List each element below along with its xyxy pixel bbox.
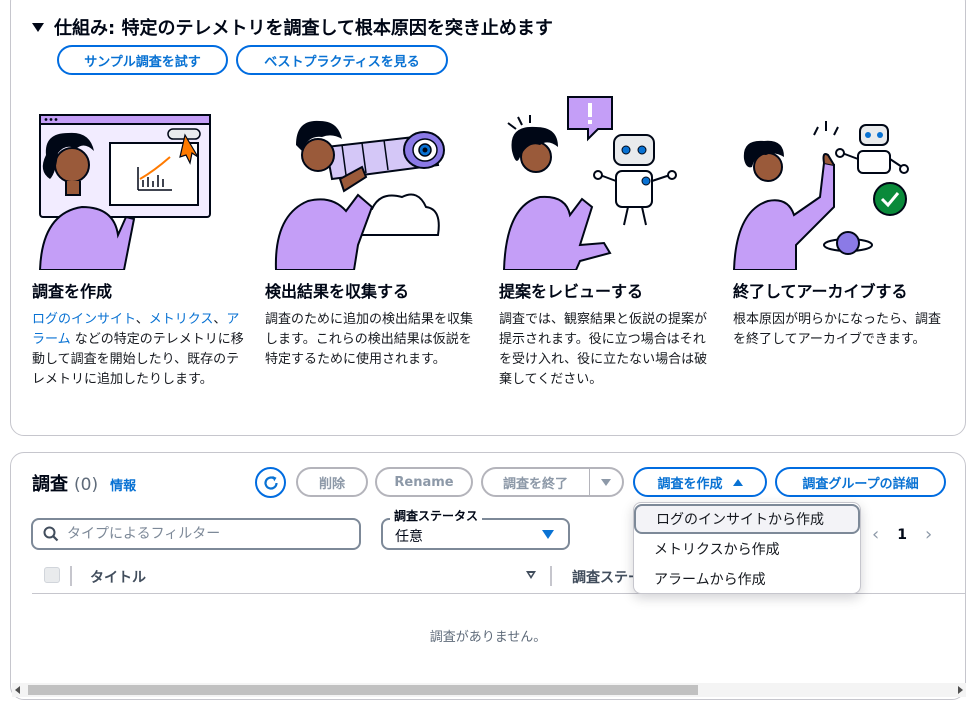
delete-button[interactable]: 削除: [296, 467, 368, 497]
investigation-group-details-button[interactable]: 調査グループの詳細: [775, 467, 946, 497]
scroll-left-icon[interactable]: [15, 686, 20, 694]
column-divider[interactable]: [550, 566, 552, 586]
filter-input[interactable]: [67, 526, 337, 542]
search-icon: [43, 526, 59, 542]
filter-field[interactable]: [31, 518, 361, 550]
caret-up-icon: [732, 478, 743, 486]
step-review-title: 提案をレビューする: [499, 282, 644, 301]
refresh-icon: [263, 475, 278, 490]
refresh-button[interactable]: [255, 467, 286, 498]
review-suggestions-illustration: [502, 96, 677, 270]
next-page-icon[interactable]: ›: [925, 524, 932, 545]
investigations-header: 調査 (0) 情報: [32, 470, 136, 496]
log-insights-link[interactable]: ログのインサイト: [32, 312, 136, 327]
investigations-count: (0): [74, 475, 99, 495]
menu-item-from-alarms[interactable]: アラームから作成: [634, 564, 860, 594]
prev-page-icon[interactable]: ‹: [872, 524, 879, 545]
create-investigation-button[interactable]: 調査を作成: [633, 467, 767, 497]
step-collect-title: 検出結果を収集する: [265, 282, 410, 301]
how-it-works-header[interactable]: 仕組み: 特定のテレメトリを調査して根本原因を突き止めます: [32, 14, 553, 40]
create-investigation-illustration: [38, 114, 211, 270]
close-archive-illustration: [732, 121, 909, 270]
how-it-works-title: 仕組み: 特定のテレメトリを調査して根本原因を突き止めます: [54, 18, 553, 39]
menu-item-from-metrics[interactable]: メトリクスから作成: [634, 534, 860, 564]
investigations-title: 調査: [32, 474, 68, 495]
menu-item-from-log-insights[interactable]: ログのインサイトから作成: [634, 504, 860, 534]
sort-descending-icon[interactable]: [526, 571, 536, 579]
rename-button[interactable]: Rename: [375, 467, 473, 497]
status-filter-value: 任意: [395, 528, 423, 545]
info-link[interactable]: 情報: [110, 475, 136, 494]
try-sample-investigation-button[interactable]: サンプル調査を試す: [57, 45, 228, 75]
step-create-title: 調査を作成: [32, 282, 113, 301]
scrollbar-thumb[interactable]: [28, 685, 698, 695]
end-investigation-dropdown[interactable]: [588, 469, 622, 495]
create-investigation-label: 調査を作成: [657, 476, 723, 492]
caret-down-icon: [542, 529, 554, 539]
caret-down-icon: [600, 478, 611, 486]
collect-findings-illustration: [274, 120, 445, 270]
end-investigation-label: 調査を終了: [503, 476, 569, 492]
step-review-desc: 調査では、観察結果と仮説の提案が提示されます。役に立つ場合はそれを受け入れ、役に…: [499, 312, 708, 387]
step-create-desc-separator-1: 、: [135, 312, 149, 327]
horizontal-scrollbar[interactable]: [12, 683, 966, 697]
status-filter-label: 調査ステータス: [390, 507, 483, 524]
create-investigation-menu: ログのインサイトから作成 メトリクスから作成 アラームから作成: [633, 502, 861, 594]
current-page[interactable]: 1: [897, 527, 907, 543]
column-status[interactable]: 調査ステータス: [572, 567, 636, 587]
column-divider: [70, 566, 72, 586]
step-create-desc-separator-2: 、: [213, 312, 227, 327]
view-best-practices-button[interactable]: ベストプラクティスを見る: [236, 45, 448, 75]
end-investigation-split-button[interactable]: 調査を終了: [481, 467, 624, 497]
empty-state-text: 調査がありません。: [429, 630, 547, 645]
metrics-link[interactable]: メトリクス: [149, 312, 214, 327]
step-close-title: 終了してアーカイブする: [733, 282, 908, 301]
column-title[interactable]: タイトル: [90, 567, 146, 587]
select-all-checkbox[interactable]: [44, 567, 60, 583]
pagination: ‹ 1 ›: [872, 524, 932, 545]
scroll-right-icon[interactable]: [958, 686, 963, 694]
step-collect-desc: 調査のために追加の検出結果を収集します。これらの検出結果は仮説を特定するために使…: [265, 312, 474, 367]
step-close-desc: 根本原因が明らかになったら、調査を終了してアーカイブできます。: [733, 312, 942, 347]
collapse-caret-icon[interactable]: [32, 22, 44, 32]
step-create-desc: ログのインサイト、メトリクス、アラーム などの特定のテレメトリに移動して調査を開…: [32, 310, 244, 390]
